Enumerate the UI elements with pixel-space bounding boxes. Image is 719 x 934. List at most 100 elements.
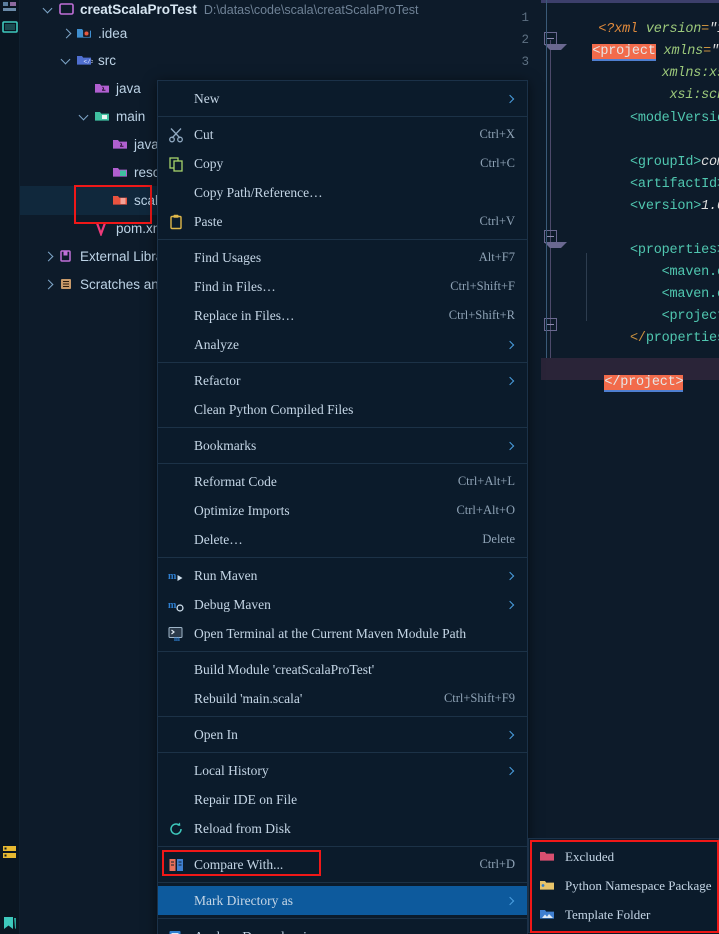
menu-item-find-usages[interactable]: Find Usages Alt+F7 — [158, 243, 527, 272]
module-folder-icon — [58, 2, 75, 17]
menu-item-reload-from-disk[interactable]: Reload from Disk — [158, 814, 527, 843]
code-line[interactable]: <version>1.0-SNA — [551, 184, 719, 229]
menu-item-label: Replace in Files… — [194, 307, 295, 323]
menu-item-analyze-dependencies[interactable]: Analyze Dependencies... — [158, 922, 527, 934]
menu-item-find-in-files[interactable]: Find in Files… Ctrl+Shift+F — [158, 272, 527, 301]
menu-item-replace-in-files[interactable]: Replace in Files… Ctrl+Shift+R — [158, 301, 527, 330]
chevron-down-icon[interactable] — [60, 54, 74, 68]
menu-item-new[interactable]: New — [158, 84, 527, 113]
menu-item-shortcut: Ctrl+C — [480, 156, 515, 170]
menu-separator — [158, 362, 527, 363]
libraries-icon — [58, 249, 75, 264]
submenu-item-python-namespace-package[interactable]: Python Namespace Package — [529, 871, 718, 900]
template-folder-icon — [539, 907, 559, 923]
menu-item-rebuild-main-scala[interactable]: Rebuild 'main.scala' Ctrl+Shift+F9 — [158, 684, 527, 713]
menu-item-shortcut: Ctrl+V — [479, 214, 515, 228]
menu-separator — [158, 752, 527, 753]
menu-item-bookmarks[interactable]: Bookmarks — [158, 431, 527, 460]
analyze-deps-icon — [168, 929, 188, 934]
chevron-right-icon[interactable] — [60, 27, 74, 41]
menu-item-debug-maven[interactable]: m Debug Maven — [158, 590, 527, 619]
menu-item-open-terminal-maven[interactable]: m Open Terminal at the Current Maven Mod… — [158, 619, 527, 648]
menu-icon-placeholder — [168, 337, 188, 353]
compare-icon — [168, 857, 188, 873]
menu-item-label: Compare With... — [194, 856, 284, 872]
chevron-right-icon — [507, 340, 515, 350]
menu-item-open-in[interactable]: Open In — [158, 720, 527, 749]
menu-separator — [158, 116, 527, 117]
bookmarks-icon[interactable] — [2, 916, 18, 932]
svg-text:m: m — [168, 571, 177, 582]
green-folder-icon — [94, 109, 111, 124]
menu-item-shortcut: Ctrl+X — [479, 127, 515, 141]
code-line[interactable]: </properties> — [551, 316, 719, 361]
menu-item-shortcut: Ctrl+Alt+O — [456, 503, 515, 517]
menu-item-shortcut: Ctrl+Alt+L — [457, 474, 515, 488]
run-maven-icon: m — [168, 568, 188, 584]
chevron-right-icon — [507, 896, 515, 906]
sources-folder-icon: </> — [76, 53, 93, 68]
tree-row-src[interactable]: </> src — [20, 46, 495, 75]
excluded-folder-icon — [539, 849, 559, 865]
menu-separator — [158, 716, 527, 717]
menu-item-label: Repair IDE on File — [194, 791, 298, 807]
project-tool-icon[interactable] — [2, 1, 18, 17]
submenu-item-excluded[interactable]: Excluded — [529, 842, 718, 871]
menu-item-copy[interactable]: Copy Ctrl+C — [158, 149, 527, 178]
menu-item-delete[interactable]: Delete… Delete — [158, 525, 527, 554]
svg-text:</>: </> — [84, 59, 94, 66]
ide-window: Structure Bookmarks creatScalaProTest — [0, 0, 719, 934]
menu-separator — [158, 846, 527, 847]
submenu-item-template-folder[interactable]: Template Folder — [529, 900, 718, 929]
menu-item-repair-ide-on-file[interactable]: Repair IDE on File — [158, 785, 527, 814]
menu-item-label: Copy — [194, 155, 224, 171]
scissors-icon — [168, 127, 188, 143]
chevron-down-icon[interactable] — [78, 110, 92, 124]
menu-item-label: Open In — [194, 726, 238, 742]
menu-item-paste[interactable]: Paste Ctrl+V — [158, 207, 527, 236]
menu-item-shortcut: Ctrl+D — [479, 857, 515, 871]
clipboard-icon — [168, 214, 188, 230]
menu-item-run-maven[interactable]: m Run Maven — [158, 561, 527, 590]
tree-label: creatScalaProTest — [80, 2, 197, 17]
tree-row-idea[interactable]: .idea — [20, 19, 495, 48]
structure-icon[interactable] — [2, 845, 18, 861]
line-number: 3 — [521, 55, 529, 69]
menu-item-analyze[interactable]: Analyze — [158, 330, 527, 359]
menu-item-cut[interactable]: Cut Ctrl+X — [158, 120, 527, 149]
menu-item-refactor[interactable]: Refactor — [158, 366, 527, 395]
resource-folder-icon — [112, 165, 129, 180]
commit-tool-icon[interactable] — [2, 20, 18, 36]
menu-item-local-history[interactable]: Local History — [158, 756, 527, 785]
menu-item-reformat-code[interactable]: Reformat Code Ctrl+Alt+L — [158, 467, 527, 496]
menu-icon-placeholder — [168, 691, 188, 707]
menu-item-clean-python-compiled-files[interactable]: Clean Python Compiled Files — [158, 395, 527, 424]
menu-icon-placeholder — [168, 373, 188, 389]
code-line[interactable]: <modelVersion>4. — [551, 96, 719, 141]
menu-item-compare-with[interactable]: Compare With... Ctrl+D — [158, 850, 527, 879]
menu-item-copy-path-reference[interactable]: Copy Path/Reference… — [158, 178, 527, 207]
menu-item-build-module[interactable]: Build Module 'creatScalaProTest' — [158, 655, 527, 684]
code-editor: 1 2 3 <?xml version="1.0" <project xmlns… — [495, 0, 719, 934]
menu-icon-placeholder — [168, 532, 188, 548]
chevron-right-icon[interactable] — [42, 250, 56, 264]
menu-item-shortcut: Ctrl+Shift+F9 — [443, 691, 515, 705]
menu-item-label: Delete… — [194, 531, 243, 547]
chevron-right-icon[interactable] — [42, 278, 56, 292]
scratches-icon — [58, 277, 75, 292]
menu-item-mark-directory-as[interactable]: Mark Directory as — [158, 886, 527, 915]
java-folder-icon — [112, 137, 129, 152]
menu-item-shortcut: Ctrl+Shift+R — [448, 308, 515, 322]
menu-item-label: Copy Path/Reference… — [194, 184, 323, 200]
chevron-down-icon[interactable] — [42, 3, 56, 17]
code-line[interactable]: </project> — [557, 360, 684, 405]
menu-item-shortcut: Alt+F7 — [478, 250, 515, 264]
menu-icon-placeholder — [168, 279, 188, 295]
tree-label: main — [116, 109, 146, 124]
idea-folder-icon — [76, 26, 93, 41]
tree-label: java — [134, 137, 159, 152]
menu-item-label: Refactor — [194, 372, 241, 388]
menu-item-optimize-imports[interactable]: Optimize Imports Ctrl+Alt+O — [158, 496, 527, 525]
